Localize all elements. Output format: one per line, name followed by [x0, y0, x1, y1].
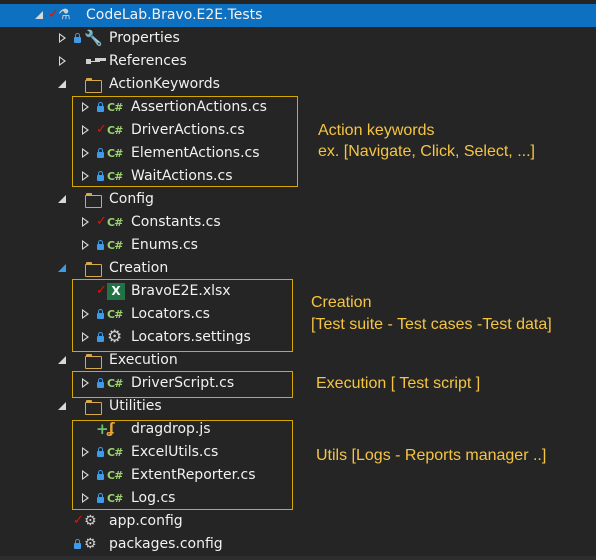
expand-arrow-icon[interactable] — [57, 32, 67, 44]
folder-icon — [84, 398, 102, 415]
checkout-check-icon: ✓ — [96, 214, 107, 229]
project-label: CodeLab.Bravo.E2E.Tests — [86, 7, 263, 23]
annotation-creation-title: Creation — [311, 294, 372, 311]
tree-item-file[interactable]: C# Enums.cs — [0, 234, 596, 257]
tree-item-file[interactable]: ✓ ⚙ app.config — [0, 510, 596, 533]
annotation-execution: Execution [ Test script ] — [316, 375, 481, 392]
highlight-box-action-keywords — [72, 96, 298, 187]
tree-item-folder-config[interactable]: Config — [0, 188, 596, 211]
expand-arrow-icon[interactable] — [80, 216, 90, 228]
collapse-arrow-icon[interactable] — [57, 400, 67, 412]
tree-item-label: Config — [109, 191, 154, 207]
tree-item-label: ActionKeywords — [109, 76, 220, 92]
references-icon — [84, 53, 102, 70]
highlight-box-utilities — [72, 420, 293, 510]
collapse-arrow-icon[interactable] — [34, 9, 44, 21]
annotation-creation-detail: [Test suite - Test cases -Test data] — [311, 316, 552, 333]
tree-item-label: Utilities — [109, 398, 162, 414]
config-file-icon: ⚙ — [84, 513, 97, 529]
expand-arrow-icon[interactable] — [80, 239, 90, 251]
config-file-icon: ⚙ — [84, 536, 97, 552]
csharp-file-icon: C# — [107, 239, 123, 252]
lock-icon — [96, 238, 105, 252]
collapse-arrow-icon[interactable] — [57, 262, 67, 274]
tree-item-project[interactable]: ✓ ⚗ CodeLab.Bravo.E2E.Tests — [0, 4, 596, 27]
tree-item-folder-execution[interactable]: Execution — [0, 349, 596, 372]
annotation-action-keywords-title: Action keywords — [318, 122, 435, 139]
lock-icon — [73, 31, 82, 45]
folder-icon — [84, 76, 102, 93]
tree-item-label: Creation — [109, 260, 169, 276]
tree-item-label: References — [109, 53, 187, 69]
folder-icon — [84, 260, 102, 277]
tree-item-properties[interactable]: 🔧 Properties — [0, 27, 596, 50]
wrench-icon: 🔧 — [84, 29, 103, 47]
tree-item-label: Properties — [109, 30, 180, 46]
collapse-arrow-icon[interactable] — [57, 354, 67, 366]
bottom-edge — [0, 556, 596, 560]
expand-arrow-icon[interactable] — [57, 55, 67, 67]
collapse-arrow-icon[interactable] — [57, 193, 67, 205]
test-project-flask-icon: ⚗ — [58, 7, 71, 23]
checkout-check-icon: ✓ — [48, 7, 59, 22]
tree-item-label: Enums.cs — [131, 237, 198, 253]
checkout-check-icon: ✓ — [73, 513, 84, 528]
tree-item-folder-utilities[interactable]: Utilities — [0, 395, 596, 418]
tree-item-label: packages.config — [109, 536, 223, 552]
tree-item-file[interactable]: ✓ C# Constants.cs — [0, 211, 596, 234]
collapse-arrow-icon[interactable] — [57, 78, 67, 90]
highlight-box-execution — [72, 371, 293, 398]
annotation-action-keywords-example: ex. [Navigate, Click, Select, ...] — [318, 143, 535, 160]
lock-icon — [73, 537, 82, 551]
highlight-box-creation — [72, 279, 293, 352]
annotation-utils: Utils [Logs - Reports manager ..] — [316, 447, 547, 464]
tree-item-label: Constants.cs — [131, 214, 221, 230]
tree-item-folder-creation[interactable]: Creation — [0, 257, 596, 280]
folder-icon — [84, 352, 102, 369]
folder-icon — [84, 191, 102, 208]
tree-item-references[interactable]: References — [0, 50, 596, 73]
csharp-file-icon: C# — [107, 216, 123, 229]
tree-item-folder-actionkeywords[interactable]: ActionKeywords — [0, 73, 596, 96]
tree-item-label: Execution — [109, 352, 178, 368]
tree-item-file[interactable]: ⚙ packages.config — [0, 533, 596, 556]
tree-item-label: app.config — [109, 513, 183, 529]
